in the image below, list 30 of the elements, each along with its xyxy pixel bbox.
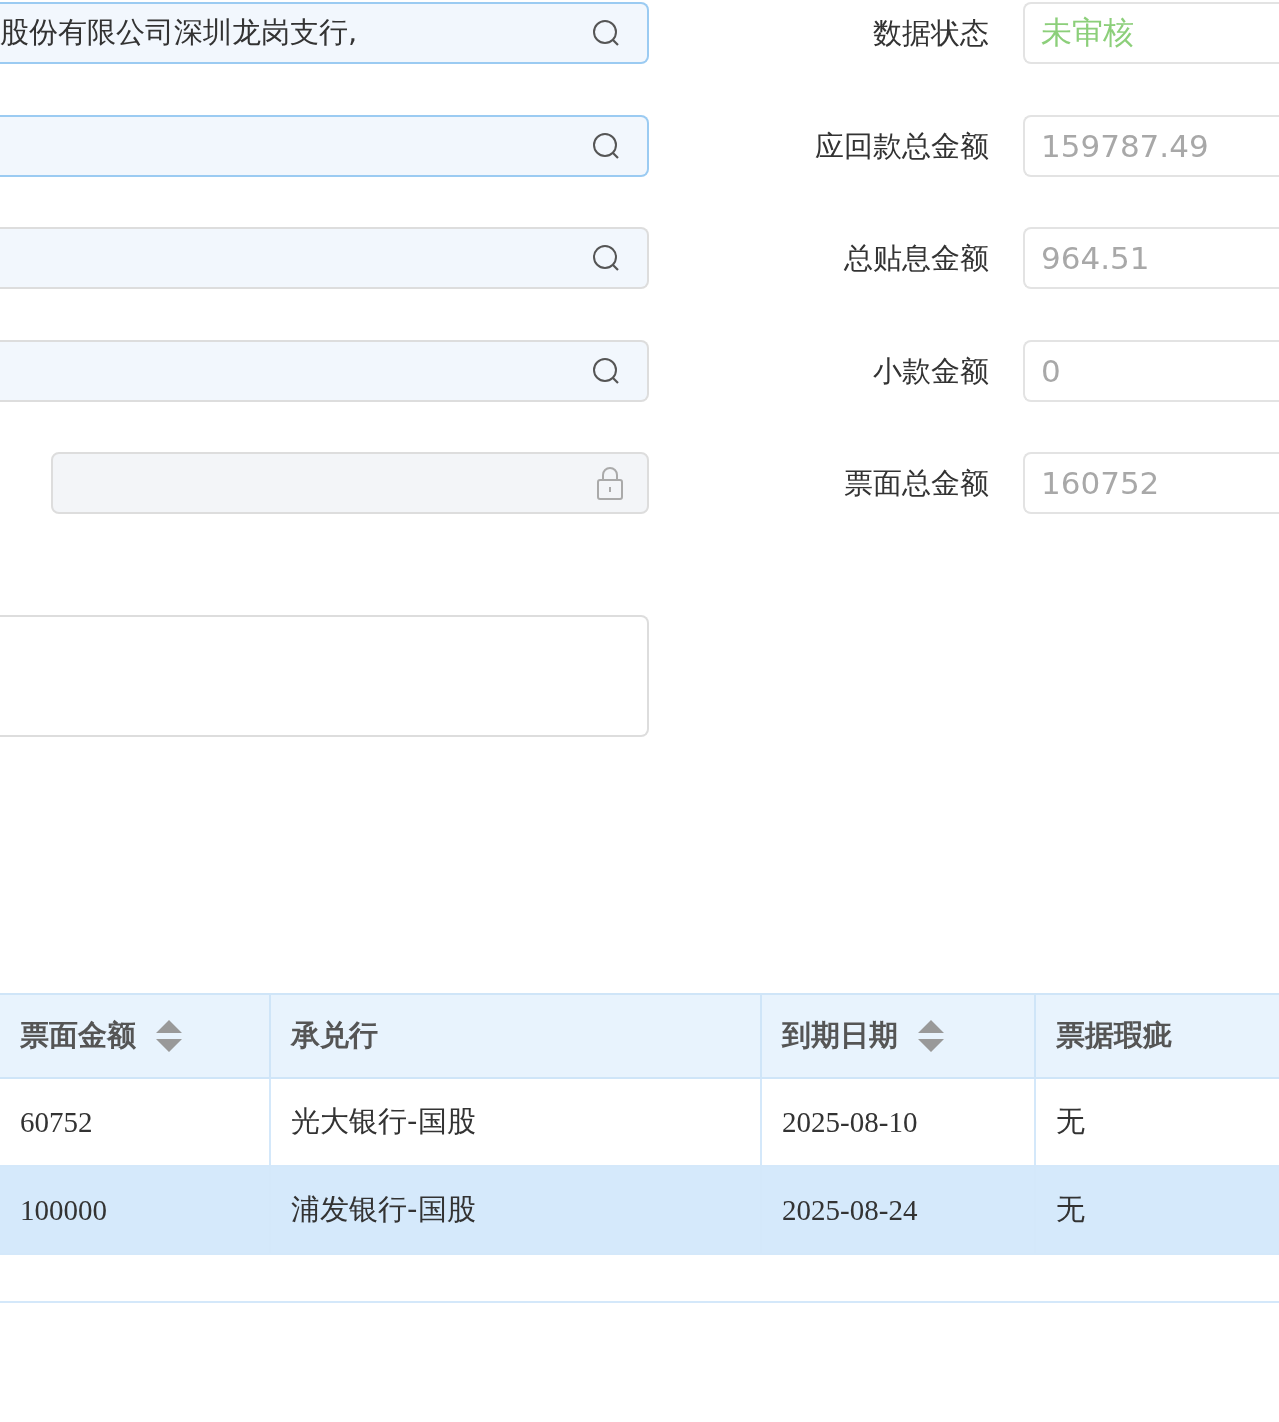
text-area[interactable] xyxy=(0,614,649,737)
column-header[interactable]: 票面金额 xyxy=(0,994,271,1078)
search-icon[interactable] xyxy=(591,355,621,386)
table-cell: 无 xyxy=(1035,1166,1279,1254)
input-field[interactable] xyxy=(0,339,649,402)
field-label: 总贴息金额 xyxy=(843,240,990,277)
table-cell: 2025-08-10 xyxy=(761,1078,1036,1166)
column-header[interactable]: 到期日期 xyxy=(761,994,1036,1078)
column-header[interactable]: 票据瑕疵 xyxy=(1035,994,1279,1078)
table-cell: 60752 xyxy=(0,1078,271,1166)
table-cell: 2025-08-24 xyxy=(761,1166,1036,1254)
input-field[interactable] xyxy=(51,452,649,514)
search-icon[interactable] xyxy=(591,130,621,161)
field-label: 票面总金额 xyxy=(843,465,990,502)
table-cell: 无 xyxy=(1035,1078,1279,1166)
table-cell: 浦发银行-国股 xyxy=(270,1166,762,1254)
field-label: 数据状态 xyxy=(872,15,990,52)
input-field[interactable] xyxy=(0,227,649,289)
field-label: 小款金额 xyxy=(872,352,990,390)
search-icon[interactable] xyxy=(591,18,621,48)
column-header[interactable]: 承兑行 xyxy=(270,994,762,1078)
sort-icon[interactable] xyxy=(918,1020,945,1052)
table-cell: 光大银行-国股 xyxy=(270,1078,762,1166)
sort-icon[interactable] xyxy=(156,1020,182,1052)
input-field[interactable]: 股份有限公司深圳龙岗支行, xyxy=(0,2,649,64)
input-field[interactable] xyxy=(0,114,649,177)
search-icon[interactable] xyxy=(591,243,621,273)
table-cell: 100000 xyxy=(0,1166,271,1254)
lock-icon xyxy=(595,465,625,501)
field-label: 应回款总金额 xyxy=(814,127,990,165)
